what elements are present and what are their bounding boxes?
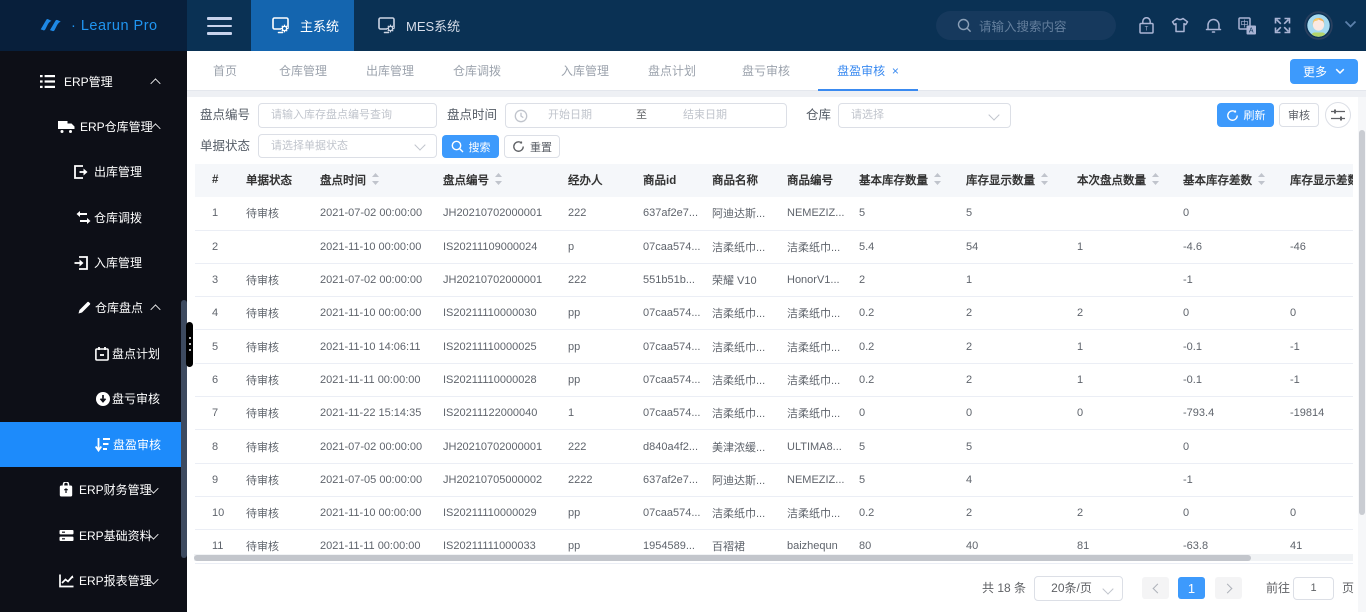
svg-text:T: T [1145,27,1149,33]
svg-text:A: A [1249,28,1254,35]
